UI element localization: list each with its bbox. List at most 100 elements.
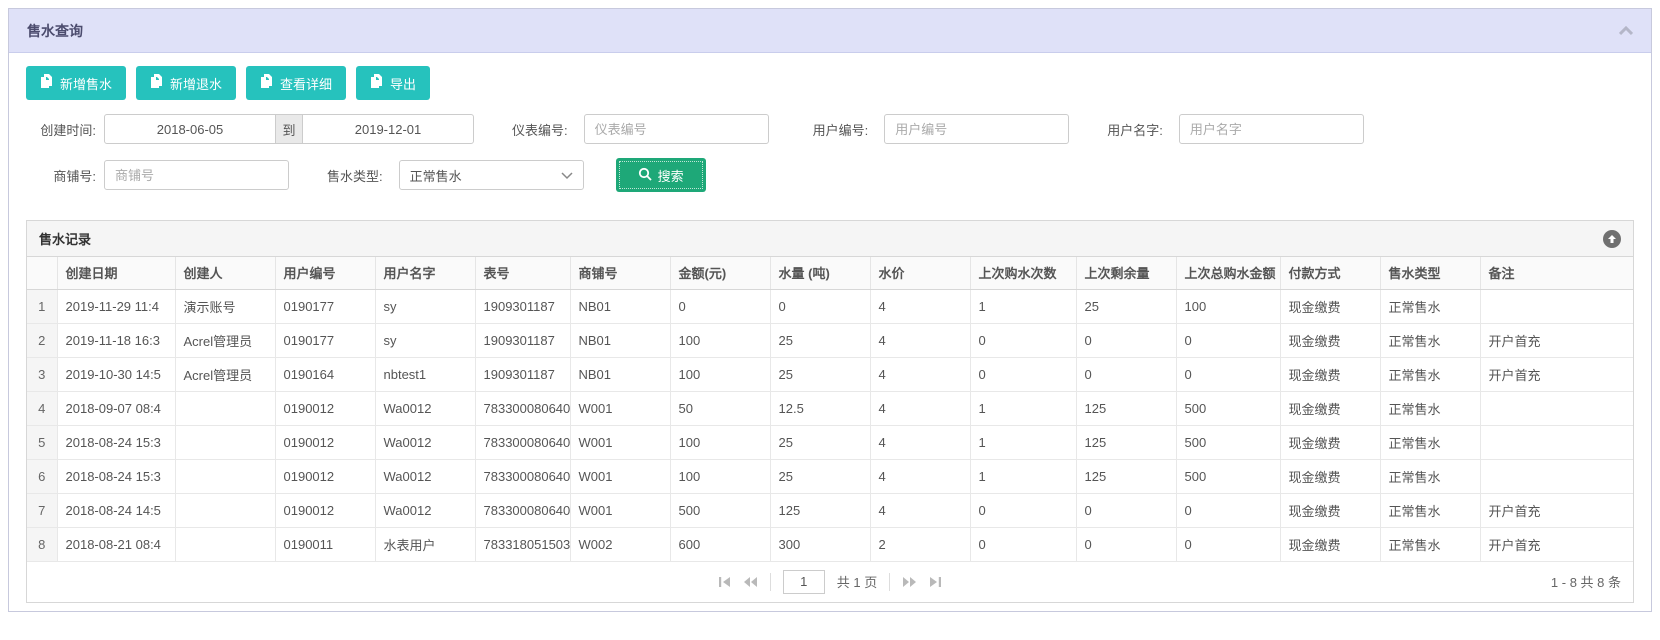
- date-to-input[interactable]: [302, 114, 474, 144]
- cell: [175, 527, 275, 561]
- cell: [1480, 459, 1633, 493]
- cell: 2018-09-07 08:4: [57, 391, 175, 425]
- cell: Acrel管理员: [175, 323, 275, 357]
- column-header: 表号: [475, 257, 570, 289]
- collapse-panel-icon[interactable]: [1619, 26, 1633, 36]
- cell: 0190011: [275, 527, 375, 561]
- column-header: 上次购水次数: [970, 257, 1076, 289]
- cell: 现金缴费: [1280, 289, 1380, 323]
- last-page-icon[interactable]: [929, 576, 942, 588]
- record-range-label: 1 - 8 共 8 条: [1551, 572, 1621, 591]
- cell: 100: [670, 459, 770, 493]
- cell: [175, 425, 275, 459]
- cell: 开户首充: [1480, 357, 1633, 391]
- prev-page-icon[interactable]: [743, 576, 758, 588]
- cell: 正常售水: [1380, 323, 1480, 357]
- search-button[interactable]: 搜索: [616, 158, 706, 192]
- cell: 现金缴费: [1280, 425, 1380, 459]
- cell: 0190012: [275, 391, 375, 425]
- user-no-input[interactable]: [884, 114, 1069, 144]
- first-page-icon[interactable]: [718, 576, 731, 588]
- column-header: 金额(元): [670, 257, 770, 289]
- cell: 2018-08-21 08:4: [57, 527, 175, 561]
- cell: 2019-10-30 14:5: [57, 357, 175, 391]
- cell: 0: [1176, 357, 1280, 391]
- cell: 100: [670, 425, 770, 459]
- cell: 1: [970, 391, 1076, 425]
- main-panel: 售水查询 新增售水 新增退水 查看详细 导出 创建时间:: [8, 8, 1652, 612]
- cell: Wa0012: [375, 493, 475, 527]
- cell: 1909301187: [475, 289, 570, 323]
- table-row[interactable]: 32019-10-30 14:5Acrel管理员0190164nbtest119…: [27, 357, 1633, 391]
- cell: [1480, 391, 1633, 425]
- add-refund-button[interactable]: 新增退水: [136, 66, 236, 100]
- column-header: 用户编号: [275, 257, 375, 289]
- table-row[interactable]: 42018-09-07 08:40190012Wa001278330008064…: [27, 391, 1633, 425]
- row-number-cell: 5: [27, 425, 57, 459]
- column-header: 上次总购水金额: [1176, 257, 1280, 289]
- create-time-label: 创建时间:: [26, 120, 96, 139]
- cell: 0: [1076, 357, 1176, 391]
- cell: W001: [570, 459, 670, 493]
- date-from-input[interactable]: [104, 114, 276, 144]
- sale-type-select[interactable]: 正常售水: [399, 160, 584, 190]
- row-number-cell: 4: [27, 391, 57, 425]
- cell: 4: [870, 323, 970, 357]
- cell: NB01: [570, 289, 670, 323]
- cell: 0190012: [275, 425, 375, 459]
- cell: 125: [770, 493, 870, 527]
- table-row[interactable]: 52018-08-24 15:30190012Wa001278330008064…: [27, 425, 1633, 459]
- view-detail-button[interactable]: 查看详细: [246, 66, 346, 100]
- cell: 0: [1176, 493, 1280, 527]
- cell: 7833000806401: [475, 425, 570, 459]
- cell: 7833000806401: [475, 493, 570, 527]
- cell: 0: [670, 289, 770, 323]
- row-number-cell: 8: [27, 527, 57, 561]
- scroll-top-icon[interactable]: [1603, 230, 1621, 248]
- shop-no-input[interactable]: [104, 160, 289, 190]
- row-number-cell: 7: [27, 493, 57, 527]
- column-header: 备注: [1480, 257, 1633, 289]
- cell: 0: [970, 323, 1076, 357]
- pager-divider: [889, 573, 890, 591]
- user-name-input[interactable]: [1179, 114, 1364, 144]
- cell: 开户首充: [1480, 323, 1633, 357]
- export-button[interactable]: 导出: [356, 66, 430, 100]
- cell: 开户首充: [1480, 527, 1633, 561]
- sale-type-value: 正常售水: [410, 166, 462, 185]
- cell: 1: [970, 459, 1076, 493]
- cell: 现金缴费: [1280, 357, 1380, 391]
- cell: 现金缴费: [1280, 493, 1380, 527]
- cell: 正常售水: [1380, 357, 1480, 391]
- doc-icon: [150, 74, 163, 92]
- cell: 125: [1076, 425, 1176, 459]
- column-header: 水量 (吨): [770, 257, 870, 289]
- cell: 25: [770, 323, 870, 357]
- records-panel: 售水记录 创建日期创建人用户编号用户名字表号商铺号金额(元)水量 (吨)水价上次…: [26, 220, 1634, 603]
- table-row[interactable]: 72018-08-24 14:50190012Wa001278330008064…: [27, 493, 1633, 527]
- add-sale-button[interactable]: 新增售水: [26, 66, 126, 100]
- search-button-label: 搜索: [658, 166, 684, 185]
- column-header: 水价: [870, 257, 970, 289]
- table-row[interactable]: 22019-11-18 16:3Acrel管理员0190177sy1909301…: [27, 323, 1633, 357]
- cell: NB01: [570, 323, 670, 357]
- cell: 100: [670, 357, 770, 391]
- page-input[interactable]: [783, 570, 825, 594]
- meter-no-input[interactable]: [584, 114, 769, 144]
- search-icon: [638, 167, 652, 184]
- table-row[interactable]: 12019-11-29 11:4演示账号0190177sy1909301187N…: [27, 289, 1633, 323]
- cell: 0: [770, 289, 870, 323]
- table-row[interactable]: 82018-08-21 08:40190011水表用户7833180515039…: [27, 527, 1633, 561]
- cell: 500: [1176, 459, 1280, 493]
- column-header: 付款方式: [1280, 257, 1380, 289]
- cell: 正常售水: [1380, 527, 1480, 561]
- cell: 0: [1076, 493, 1176, 527]
- column-header: 创建日期: [57, 257, 175, 289]
- cell: 25: [770, 425, 870, 459]
- user-no-label: 用户编号:: [813, 120, 869, 139]
- cell: 500: [1176, 391, 1280, 425]
- cell: 25: [770, 459, 870, 493]
- filter-row-2: 商铺号: 售水类型: 正常售水 搜索: [26, 158, 1634, 192]
- next-page-icon[interactable]: [902, 576, 917, 588]
- table-row[interactable]: 62018-08-24 15:30190012Wa001278330008064…: [27, 459, 1633, 493]
